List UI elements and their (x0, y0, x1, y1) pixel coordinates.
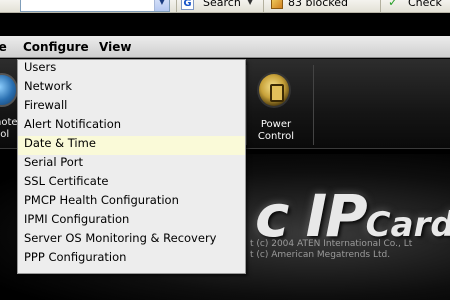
menu-item-pmcp-health[interactable]: PMCP Health Configuration (18, 193, 245, 212)
power-control-icon[interactable] (257, 72, 291, 108)
strip-separator (313, 65, 314, 145)
search-button[interactable]: Search (203, 0, 241, 9)
menu-item-date-time[interactable]: Date & Time (18, 136, 245, 155)
copyright-line-2: t (c) American Megatrends Ltd. (250, 250, 391, 260)
copyright-line-1: t (c) 2004 ATEN International Co., Lt (250, 239, 413, 249)
popup-blocker-icon (271, 0, 283, 9)
power-control-label[interactable]: Power Control (246, 119, 306, 143)
menu-configure[interactable]: Configure (23, 40, 89, 54)
menu-item-alert-notification[interactable]: Alert Notification (18, 117, 245, 136)
menu-item-firewall[interactable]: Firewall (18, 98, 245, 117)
search-dropdown-icon[interactable]: ▼ (247, 0, 253, 6)
configure-dropdown-menu: Users Network Firewall Alert Notificatio… (17, 59, 246, 274)
remote-console-icon[interactable] (0, 73, 18, 107)
browser-toolbar: ▼ G Search ▼ 83 blocked ✓ Check (0, 0, 450, 13)
toolbar-separator (263, 0, 264, 12)
menu-item-network[interactable]: Network (18, 79, 245, 98)
menu-item-ipmi-configuration[interactable]: IPMI Configuration (18, 212, 245, 231)
menu-item-server-os-monitoring[interactable]: Server OS Monitoring & Recovery (18, 231, 245, 250)
address-dropdown-button[interactable]: ▼ (154, 0, 169, 11)
address-combo[interactable]: ▼ (20, 0, 170, 12)
power-control-label-line1: Power (260, 119, 292, 130)
menu-item-partial[interactable]: ge (0, 40, 7, 54)
menu-item-users[interactable]: Users (18, 60, 245, 79)
menu-item-ssl-certificate[interactable]: SSL Certificate (18, 174, 245, 193)
menu-item-ppp-configuration[interactable]: PPP Configuration (18, 250, 245, 269)
toolbar-separator (176, 0, 177, 12)
google-search-icon[interactable]: G (181, 0, 194, 10)
power-control-label-line2: Control (257, 131, 295, 142)
menu-item-serial-port[interactable]: Serial Port (18, 155, 245, 174)
toolbar-separator (380, 0, 381, 12)
menubar: ge Configure View (0, 36, 450, 58)
app-header-band (0, 13, 450, 36)
popup-blocked-button[interactable]: 83 blocked (288, 0, 348, 9)
menu-view[interactable]: View (99, 40, 131, 54)
check-button[interactable]: Check (408, 0, 442, 9)
spell-check-icon: ✓ (388, 0, 399, 9)
